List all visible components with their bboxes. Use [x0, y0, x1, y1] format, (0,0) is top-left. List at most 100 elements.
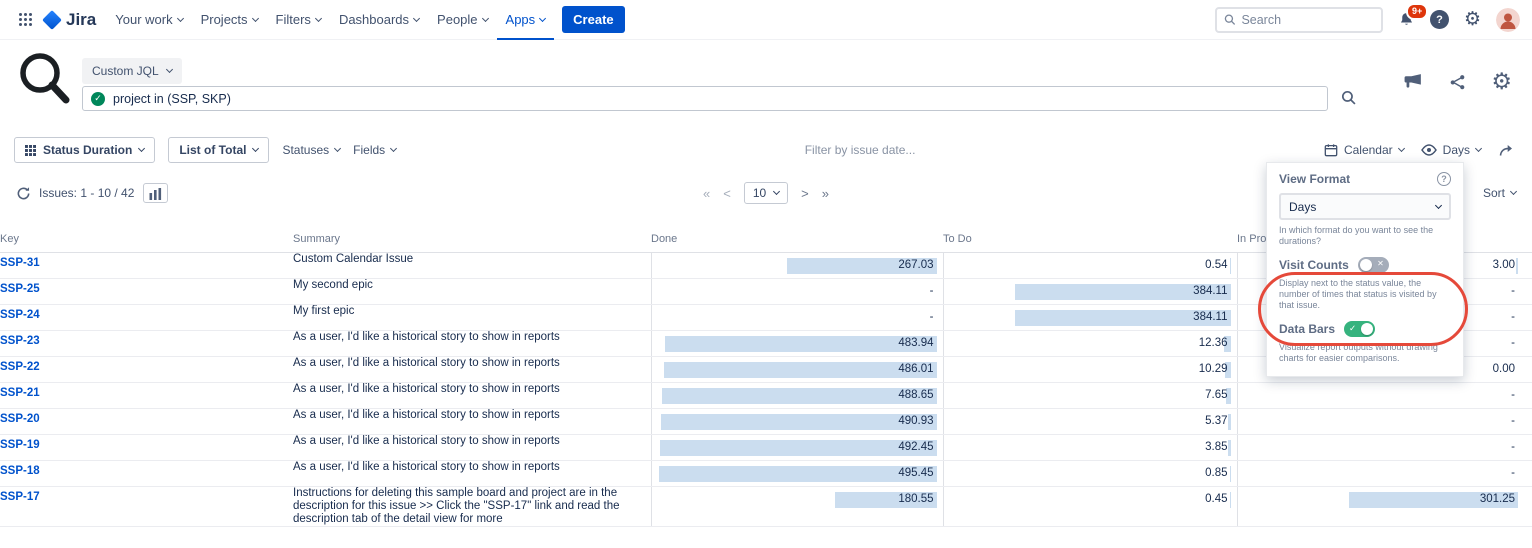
report-settings-gear-icon[interactable] — [1491, 70, 1512, 93]
nav-apps[interactable]: Apps — [497, 0, 555, 40]
chart-toggle-button[interactable] — [143, 183, 168, 203]
chevron-down-icon — [481, 14, 488, 21]
jql-input[interactable]: project in (SSP, SKP) — [82, 86, 1328, 111]
view-format-select[interactable]: Days — [1279, 193, 1451, 220]
column-header-key[interactable]: Key — [0, 226, 293, 252]
nav-projects[interactable]: Projects — [192, 0, 267, 40]
top-navigation: Jira Your work Projects Filters Dashboar… — [0, 0, 1532, 40]
page-size-select[interactable]: 10 — [744, 182, 788, 204]
nav-filters-label: Filters — [276, 12, 311, 27]
issue-key-link[interactable]: SSP-21 — [0, 387, 40, 399]
valid-check-icon — [91, 92, 105, 106]
chevron-down-icon — [138, 145, 145, 152]
chevron-down-icon — [166, 66, 173, 73]
issue-key-link[interactable]: SSP-31 — [0, 257, 40, 269]
view-format-help: In which format do you want to see the d… — [1279, 225, 1451, 247]
share-icon[interactable] — [1448, 72, 1467, 91]
chevron-down-icon — [252, 14, 259, 21]
query-actions — [1403, 70, 1512, 93]
duration-value: - — [1238, 409, 1532, 428]
column-header-summary[interactable]: Summary — [293, 226, 651, 252]
issue-key-link[interactable]: SSP-23 — [0, 335, 40, 347]
chevron-down-icon — [390, 145, 397, 152]
fields-dropdown[interactable]: Fields — [353, 143, 396, 157]
jira-logo-icon — [42, 10, 62, 30]
report-type-button[interactable]: Status Duration — [14, 137, 155, 163]
duration-value: 495.45 — [652, 461, 943, 480]
visit-counts-toggle[interactable] — [1358, 257, 1389, 273]
days-label: Days — [1443, 143, 1470, 157]
help-icon[interactable] — [1430, 10, 1449, 29]
next-page-icon[interactable] — [801, 187, 809, 200]
table-row: SSP-17 Instructions for deleting this sam… — [0, 486, 1532, 526]
issue-key-link[interactable]: SSP-20 — [0, 413, 40, 425]
data-bars-help: Visualize report outputs without drawing… — [1279, 342, 1451, 364]
custom-jql-label: Custom JQL — [92, 64, 159, 78]
nav-projects-label: Projects — [201, 12, 248, 27]
duration-value: 301.25 — [1238, 487, 1532, 506]
visit-counts-label: Visit Counts — [1279, 258, 1349, 272]
prev-page-icon[interactable] — [723, 187, 731, 200]
view-mode-button[interactable]: List of Total — [168, 137, 269, 163]
duration-value: 180.55 — [652, 487, 943, 506]
chevron-down-icon — [1475, 145, 1482, 152]
user-avatar[interactable] — [1496, 8, 1520, 32]
nav-dashboards[interactable]: Dashboards — [330, 0, 428, 40]
page-size-value: 10 — [753, 186, 766, 200]
issue-key-link[interactable]: SSP-17 — [0, 491, 40, 503]
issue-summary: Instructions for deleting this sample bo… — [293, 486, 651, 526]
last-page-icon[interactable] — [822, 187, 829, 200]
eye-icon — [1421, 144, 1437, 156]
days-dropdown[interactable]: Days — [1421, 143, 1481, 157]
visit-counts-help: Display next to the status value, the nu… — [1279, 278, 1451, 311]
issue-key-link[interactable]: SSP-18 — [0, 465, 40, 477]
duration-value: 7.65 — [944, 383, 1237, 402]
toolbar-right: Calendar Days — [1324, 142, 1518, 158]
duration-value: 492.45 — [652, 435, 943, 454]
calendar-dropdown[interactable]: Calendar — [1324, 143, 1404, 157]
issue-key-link[interactable]: SSP-22 — [0, 361, 40, 373]
refresh-icon[interactable] — [16, 186, 31, 201]
data-bars-toggle[interactable] — [1344, 321, 1375, 337]
export-icon[interactable] — [1498, 142, 1514, 158]
jql-query-text: project in (SSP, SKP) — [113, 92, 231, 106]
create-button[interactable]: Create — [562, 6, 624, 33]
nav-people[interactable]: People — [428, 0, 496, 40]
duration-value: - — [1238, 383, 1532, 402]
sort-label: Sort — [1483, 186, 1505, 200]
duration-value: 0.54 — [944, 253, 1237, 272]
chevron-down-icon — [252, 145, 259, 152]
settings-gear-icon[interactable] — [1464, 10, 1481, 29]
table-row: SSP-20As a user, I'd like a historical s… — [0, 408, 1532, 434]
issue-key-link[interactable]: SSP-24 — [0, 309, 40, 321]
column-header-done[interactable]: Done — [651, 226, 943, 252]
global-search-box[interactable] — [1215, 7, 1383, 33]
column-header-todo[interactable]: To Do — [943, 226, 1237, 252]
nav-filters[interactable]: Filters — [267, 0, 330, 40]
calendar-icon — [1324, 143, 1338, 157]
notification-badge: 9+ — [1406, 3, 1428, 20]
issue-key-link[interactable]: SSP-25 — [0, 283, 40, 295]
nav-right-cluster: 9+ — [1215, 7, 1520, 33]
nav-your-work[interactable]: Your work — [106, 0, 191, 40]
calendar-label: Calendar — [1344, 143, 1393, 157]
duration-value: 12.36 — [944, 331, 1237, 350]
notifications-button[interactable]: 9+ — [1398, 11, 1415, 28]
issue-summary: As a user, I'd like a historical story t… — [293, 330, 651, 356]
issue-date-filter[interactable]: Filter by issue date... — [409, 143, 1311, 157]
person-icon — [1496, 8, 1520, 32]
jira-logo[interactable]: Jira — [39, 10, 106, 30]
jql-search-icon[interactable] — [1341, 90, 1356, 105]
search-input[interactable] — [1241, 13, 1374, 27]
chevron-down-icon — [1398, 145, 1405, 152]
duration-value: 5.37 — [944, 409, 1237, 428]
help-circle-icon[interactable] — [1437, 172, 1451, 186]
custom-jql-dropdown[interactable]: Custom JQL — [82, 58, 182, 84]
sort-dropdown[interactable]: Sort — [1483, 186, 1516, 200]
table-row: SSP-18As a user, I'd like a historical s… — [0, 460, 1532, 486]
first-page-icon[interactable] — [703, 187, 710, 200]
statuses-dropdown[interactable]: Statuses — [282, 143, 340, 157]
announcement-icon[interactable] — [1403, 72, 1424, 91]
app-switcher-icon[interactable] — [12, 8, 39, 31]
issue-key-link[interactable]: SSP-19 — [0, 439, 40, 451]
